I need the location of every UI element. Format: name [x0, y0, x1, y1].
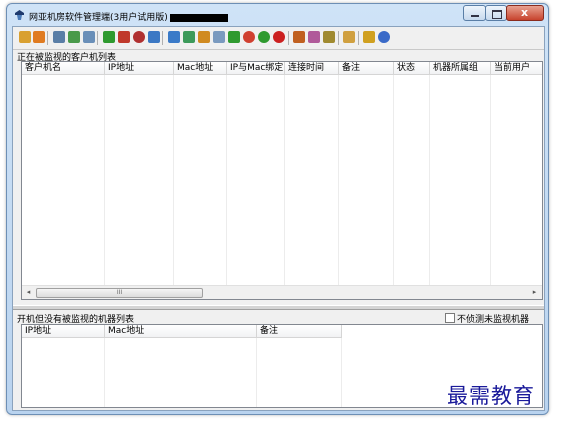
network-icon[interactable] [168, 31, 180, 43]
column-divider [338, 75, 339, 285]
star-icon[interactable] [363, 31, 375, 43]
column-divider [393, 75, 394, 285]
toolbar-separator [47, 31, 48, 45]
column-divider [256, 338, 257, 407]
column-header[interactable]: IP地址 [22, 325, 105, 338]
magnifier-icon[interactable] [83, 31, 95, 43]
minimize-icon [471, 15, 479, 17]
wrench-icon[interactable] [19, 31, 31, 43]
column-divider [104, 338, 105, 407]
power-icon[interactable] [243, 31, 255, 43]
document-icon[interactable] [213, 31, 225, 43]
scroll-right-arrow[interactable]: ▸ [528, 286, 541, 299]
help-icon[interactable] [378, 31, 390, 43]
column-header[interactable]: IP地址 [105, 62, 174, 75]
app-window: 网亚机房软件管理端(3用户试用版) x 正在被监视的客户机列表 客户机名 IP地址… [6, 3, 549, 415]
column-divider [284, 75, 285, 285]
share-icon[interactable] [183, 31, 195, 43]
no-detect-checkbox[interactable] [445, 313, 455, 323]
minimize-button[interactable] [463, 5, 486, 21]
group-icon[interactable] [68, 31, 80, 43]
toolbar-separator [97, 31, 98, 45]
column-header[interactable]: 备注 [339, 62, 394, 75]
refresh-icon[interactable] [228, 31, 240, 43]
transfer-icon[interactable] [198, 31, 210, 43]
title-bar[interactable]: 网亚机房软件管理端(3用户试用版) x [7, 4, 548, 26]
window-title: 网亚机房软件管理端(3用户试用版) [29, 10, 228, 23]
pen-icon[interactable] [118, 31, 130, 43]
app-icon [15, 10, 24, 20]
column-divider [429, 75, 430, 285]
column-divider [341, 338, 342, 407]
column-header[interactable]: 备注 [257, 325, 342, 338]
column-header[interactable]: IP与Mac绑定 [227, 62, 285, 75]
column-divider [490, 75, 491, 285]
arrow-right-icon[interactable] [103, 31, 115, 43]
key-icon[interactable] [323, 31, 335, 43]
record-icon[interactable] [133, 31, 145, 43]
toolbar-separator [288, 31, 289, 45]
stop-icon[interactable] [273, 31, 285, 43]
scroll-left-arrow[interactable]: ◂ [22, 286, 35, 299]
close-icon: x [521, 6, 529, 19]
toolbar-separator [338, 31, 339, 45]
column-divider [226, 75, 227, 285]
column-divider [104, 75, 105, 285]
column-divider [173, 75, 174, 285]
watermark: 最需教育 [447, 384, 535, 408]
users-icon[interactable] [33, 31, 45, 43]
maximize-button[interactable] [485, 5, 507, 21]
column-header[interactable]: Mac地址 [105, 325, 257, 338]
maximize-icon [492, 10, 502, 19]
monitored-client-list[interactable]: 客户机名 IP地址 Mac地址 IP与Mac绑定 连接时间 备注 状态 机器所属组 当前用户 ◂ I… [21, 61, 543, 300]
column-header[interactable]: 机器所属组 [430, 62, 491, 75]
message-icon[interactable] [148, 31, 160, 43]
tools-icon[interactable] [308, 31, 320, 43]
column-header[interactable]: 客户机名 [22, 62, 105, 75]
horizontal-scrollbar[interactable]: ◂ III ▸ [22, 285, 542, 299]
pane-splitter[interactable] [13, 305, 544, 310]
column-header[interactable]: Mac地址 [174, 62, 227, 75]
tag-icon[interactable] [343, 31, 355, 43]
column-header[interactable]: 状态 [394, 62, 430, 75]
close-button[interactable]: x [506, 5, 544, 21]
column-header[interactable]: 连接时间 [285, 62, 339, 75]
redacted-block [169, 13, 228, 22]
settings-icon[interactable] [293, 31, 305, 43]
monitor-icon[interactable] [53, 31, 65, 43]
toolbar-separator [162, 31, 163, 45]
restart-icon[interactable] [258, 31, 270, 43]
column-header[interactable]: 当前用户 [491, 62, 542, 75]
client-area: 正在被监视的客户机列表 客户机名 IP地址 Mac地址 IP与Mac绑定 连接时间 备注状… [12, 26, 545, 411]
scroll-thumb[interactable]: III [36, 288, 203, 298]
toolbar-separator [358, 31, 359, 45]
toolbar [13, 27, 544, 50]
